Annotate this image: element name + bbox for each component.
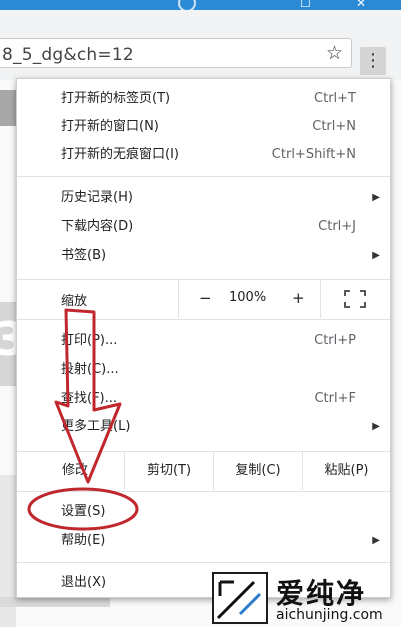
menu-item-label: 打开新的窗口(N) [61,119,159,134]
menu-item-label: 查找(F)... [61,391,118,406]
watermark-subtitle: aichunjing.com [276,607,383,623]
maximize-icon[interactable]: ☐ [300,0,311,10]
menu-item-new-incognito[interactable]: 打开新的无痕窗口(I) Ctrl+Shift+N [17,141,390,169]
menu-divider [17,491,390,492]
menu-item-label: 打印(P)... [61,333,118,348]
menu-item-label: 历史记录(H) [61,190,133,205]
menu-item-help[interactable]: 帮助(E) ▶ [17,527,390,555]
menu-item-label: 打开新的标签页(T) [61,91,171,106]
menu-item-new-tab[interactable]: 打开新的标签页(T) Ctrl+T [17,85,390,113]
menu-item-new-window[interactable]: 打开新的窗口(N) Ctrl+N [17,113,390,141]
menu-item-label: 下载内容(D) [61,219,134,234]
address-text: 8_5_dg&ch=12 [2,45,134,65]
menu-item-shortcut: Ctrl+P [314,333,356,348]
fullscreen-icon[interactable] [344,290,366,308]
zoom-out-button[interactable]: − [199,289,212,307]
zoom-cell-divider [320,280,321,318]
menu-item-label: 投射(C)... [61,362,119,377]
menu-divider [17,319,390,320]
menu-item-bookmarks[interactable]: 书签(B) ▶ [17,242,390,270]
menu-item-shortcut: Ctrl+N [312,119,356,134]
menu-item-label: 更多工具(L) [61,419,131,434]
menu-item-more-tools[interactable]: 更多工具(L) ▶ [17,413,390,441]
menu-edit-row: 修改 剪切(T) 复制(C) 粘贴(P) [17,452,390,490]
page-band [0,90,16,126]
menu-item-label: 书签(B) [61,248,107,263]
menu-divider [17,176,390,177]
close-icon[interactable]: ✕ [356,0,366,10]
menu-item-cast[interactable]: 投射(C)... [17,356,390,384]
menu-item-shortcut: Ctrl+J [318,219,356,234]
menu-item-downloads[interactable]: 下载内容(D) Ctrl+J [17,213,390,241]
submenu-arrow-icon: ▶ [372,192,380,203]
submenu-arrow-icon: ▶ [372,421,380,432]
menu-zoom-row: 缩放 − 100% + [17,280,390,318]
menu-item-shortcut: Ctrl+T [314,91,356,106]
zoom-level: 100% [229,290,267,305]
copy-button[interactable]: 复制(C) [214,452,302,490]
menu-item-find[interactable]: 查找(F)... Ctrl+F [17,385,390,413]
menu-item-label: 打开新的无痕窗口(I) [61,147,179,162]
zoom-label: 缩放 [61,294,88,309]
bookmark-star-icon[interactable]: ☆ [326,42,343,64]
menu-item-settings[interactable]: 设置(S) [17,498,390,526]
edit-label: 修改 [61,463,88,478]
menu-item-history[interactable]: 历史记录(H) ▶ [17,184,390,212]
menu-item-print[interactable]: 打印(P)... Ctrl+P [17,327,390,355]
paste-button[interactable]: 粘贴(P) [303,452,390,490]
menu-item-shortcut: Ctrl+F [314,391,356,406]
menu-divider [17,562,390,563]
cut-button[interactable]: 剪切(T) [125,452,213,490]
watermark-logo-icon [212,572,268,624]
zoom-cell-divider [178,280,179,318]
menu-item-label: 设置(S) [61,504,106,519]
window-title-bar: ☐ ✕ [0,0,401,12]
vertical-dots-icon[interactable]: ⋮ [360,47,386,75]
submenu-arrow-icon: ▶ [372,535,380,546]
menu-item-shortcut: Ctrl+Shift+N [271,147,356,162]
horizontal-scrollbar[interactable] [0,597,110,607]
browser-main-menu: 打开新的标签页(T) Ctrl+T 打开新的窗口(N) Ctrl+N 打开新的无… [16,78,391,598]
zoom-in-button[interactable]: + [292,289,305,307]
submenu-arrow-icon: ▶ [372,250,380,261]
menu-item-label: 退出(X) [61,575,107,590]
menu-item-label: 帮助(E) [61,533,106,548]
watermark-title: 爱纯净 [276,577,367,610]
address-bar[interactable]: 8_5_dg&ch=12 ☆ [0,38,352,68]
